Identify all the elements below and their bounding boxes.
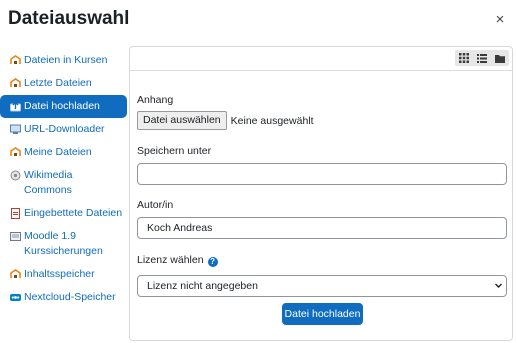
sidebar-item-label: Letzte Dateien <box>24 77 92 89</box>
sidebar-item-label: Inhaltsspeicher <box>24 268 95 280</box>
url-downloader-icon <box>10 124 21 135</box>
view-switcher <box>455 50 509 66</box>
sidebar-item-letzte-dateien[interactable]: Letzte Dateien <box>0 72 127 95</box>
sidebar-item-wikimedia-commons[interactable]: Wikimedia Commons <box>0 164 127 202</box>
panel-toolbar <box>130 47 512 71</box>
license-label: Lizenz wählen <box>137 254 204 266</box>
sidebar-item-label: Dateien in Kursen <box>24 54 108 66</box>
sidebar-item-datei-hochladen[interactable]: Datei hochladen <box>0 95 127 118</box>
upload-panel: Anhang Datei auswählen Keine ausgewählt … <box>129 46 513 341</box>
repository-icon <box>10 55 21 66</box>
license-select-value: Lizenz nicht angegeben <box>137 275 507 297</box>
sidebar-item-dateien-in-kursen[interactable]: Dateien in Kursen <box>0 49 127 72</box>
embedded-files-icon <box>10 208 21 219</box>
wikimedia-icon <box>10 170 21 181</box>
dialog-title: Dateiauswahl <box>8 8 130 29</box>
sidebar-item-label: URL-Downloader <box>24 123 105 135</box>
choose-file-button[interactable]: Datei auswählen <box>137 111 227 130</box>
license-select[interactable]: Lizenz nicht angegeben <box>137 275 507 297</box>
sidebar-item-label: Datei hochladen <box>24 100 100 112</box>
list-view-icon[interactable] <box>473 50 491 66</box>
sidebar-item-label: Eingebettete Dateien <box>24 207 123 219</box>
sidebar-item-inhaltsspeicher[interactable]: Inhaltsspeicher <box>0 263 127 286</box>
private-files-icon <box>10 147 21 158</box>
folder-view-icon[interactable] <box>491 50 509 66</box>
close-button[interactable]: × <box>492 12 508 28</box>
sidebar-item-nextcloud-speicher[interactable]: Nextcloud-Speicher <box>0 286 127 309</box>
upload-submit-button[interactable]: Datei hochladen <box>282 303 363 325</box>
sidebar-item-label: Meine Dateien <box>24 146 92 158</box>
repository-sidebar: Dateien in Kursen Letzte Dateien Datei h… <box>0 49 127 309</box>
attachment-label: Anhang <box>137 94 174 106</box>
sidebar-item-label: Nextcloud-Speicher <box>24 291 116 303</box>
sidebar-item-moodle-kurssicherungen[interactable]: Moodle 1.9 Kurssicherungen <box>0 225 127 263</box>
author-input[interactable]: Koch Andreas <box>137 217 507 239</box>
sidebar-item-label: Moodle 1.9 Kurssicherungen <box>24 230 103 257</box>
file-picker-row: Datei auswählen Keine ausgewählt <box>137 111 507 130</box>
no-file-status: Keine ausgewählt <box>230 114 314 127</box>
license-label-row: Lizenz wählen? <box>137 254 507 267</box>
sidebar-item-meine-dateien[interactable]: Meine Dateien <box>0 141 127 164</box>
sidebar-item-url-downloader[interactable]: URL-Downloader <box>0 118 127 141</box>
nextcloud-icon <box>10 292 21 303</box>
recent-files-icon <box>10 78 21 89</box>
upload-form: Anhang Datei auswählen Keine ausgewählt … <box>137 94 507 297</box>
chevron-down-icon <box>495 283 502 288</box>
dialog-header: Dateiauswahl × <box>0 0 517 40</box>
save-as-input[interactable] <box>137 163 507 185</box>
help-icon[interactable]: ? <box>207 257 218 267</box>
author-label: Autor/in <box>137 199 174 211</box>
grid-view-icon[interactable] <box>455 50 473 66</box>
content-bank-icon <box>10 269 21 280</box>
backup-icon <box>10 231 21 242</box>
sidebar-item-label: Wikimedia Commons <box>24 169 73 196</box>
upload-icon <box>10 101 21 112</box>
sidebar-item-eingebettete-dateien[interactable]: Eingebettete Dateien <box>0 202 127 225</box>
save-as-label: Speichern unter <box>137 145 212 157</box>
